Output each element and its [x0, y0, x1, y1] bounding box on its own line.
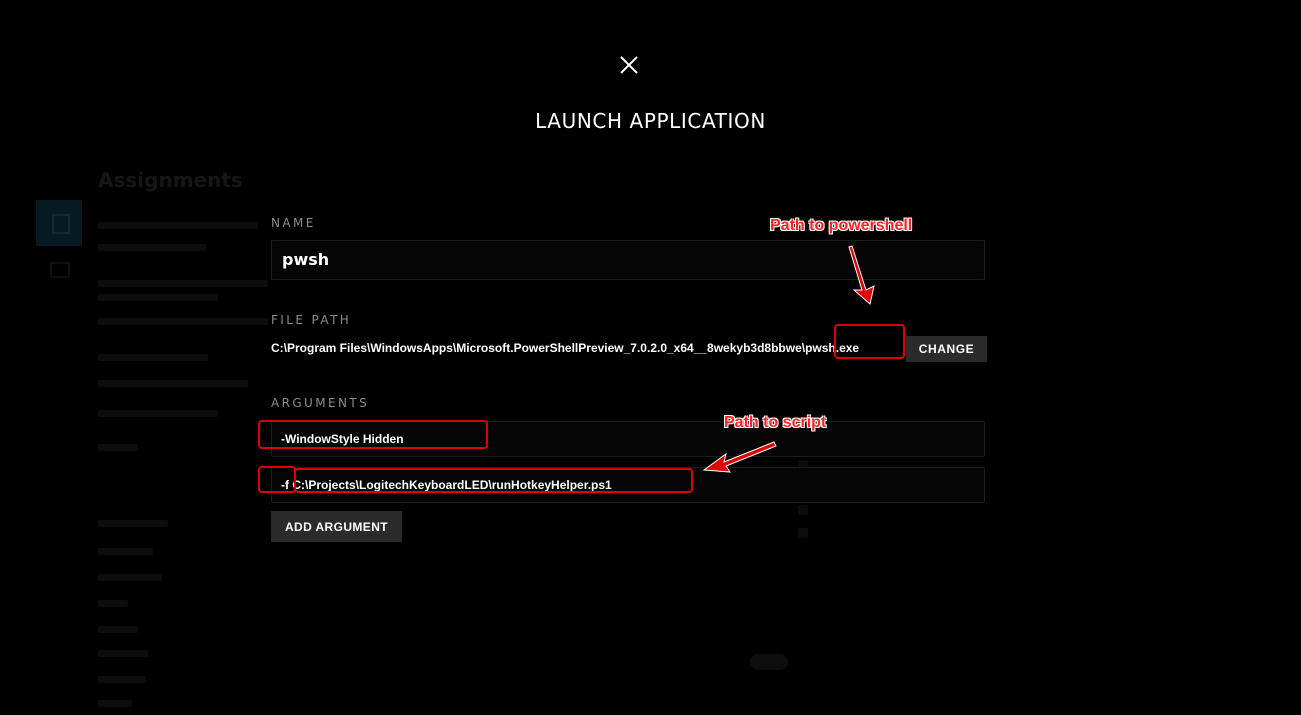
dialog-title: LAUNCH APPLICATION — [535, 109, 766, 133]
bg-settings-icon — [50, 262, 70, 278]
file-path-value: C:\Program Files\WindowsApps\Microsoft.P… — [271, 341, 860, 355]
file-path-label: FILE PATH — [271, 313, 352, 327]
annotation-arrow-left-icon — [702, 441, 777, 473]
add-argument-button[interactable]: ADD ARGUMENT — [271, 511, 402, 542]
annotation-script-note: Path to script — [724, 414, 827, 431]
name-label: NAME — [271, 216, 316, 230]
annotation-powershell-note: Path to powershell — [770, 217, 913, 234]
bg-toggle-chip — [750, 654, 788, 670]
screen: Assignments LAUNCH APPLICATION NAME pwsh… — [0, 0, 1301, 715]
bg-assignments-title: Assignments — [98, 168, 243, 192]
arguments-label: ARGUMENTS — [271, 396, 370, 410]
argument-input-2[interactable]: -f C:\Projects\LogitechKeyboardLED\runHo… — [271, 467, 985, 503]
bg-keyboard-icon — [52, 214, 70, 234]
close-icon — [620, 56, 638, 74]
change-button[interactable]: CHANGE — [906, 336, 987, 362]
argument-input-1[interactable]: -WindowStyle Hidden — [271, 421, 985, 457]
close-button[interactable] — [616, 52, 642, 78]
background-app: Assignments — [0, 0, 1301, 715]
annotation-arrow-down-icon — [848, 245, 875, 305]
